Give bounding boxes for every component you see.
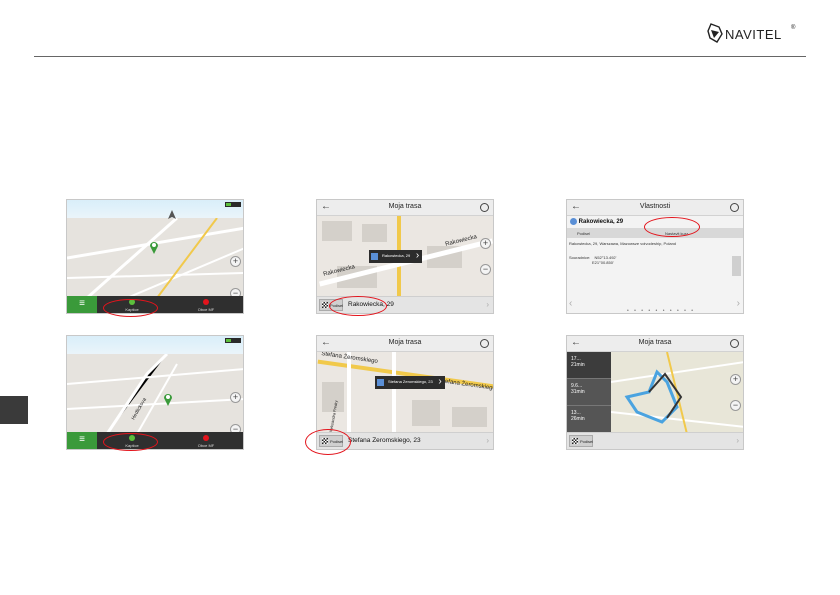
globe-icon[interactable] xyxy=(730,203,739,212)
map-3d xyxy=(67,352,243,435)
zoom-in-button[interactable]: + xyxy=(230,392,241,403)
route-time: 21min xyxy=(571,362,585,368)
search-icon xyxy=(203,435,209,441)
screen-title: Moja trasa xyxy=(638,339,672,346)
navigate-button[interactable]: Podisel xyxy=(569,435,593,447)
zoom-in-button[interactable]: + xyxy=(480,238,491,249)
place-name: Rakowiecka, 29 xyxy=(578,219,624,226)
zoom-in-button[interactable]: + xyxy=(730,374,741,385)
registered-mark: ® xyxy=(791,25,796,31)
bottom-button-2[interactable]: Obce MF xyxy=(171,296,241,313)
screenshot-main-map-2: Hedlickova + − ≡ Kaptice Obce MF xyxy=(66,335,244,450)
chevron-right-icon[interactable]: › xyxy=(737,298,740,309)
title-bar: ← Moja trasa xyxy=(567,336,743,352)
route-option[interactable]: 13... 26min xyxy=(567,406,611,433)
compass-icon[interactable] xyxy=(167,210,177,220)
route-option[interactable]: 9.6... 31min xyxy=(567,379,611,406)
chevron-right-icon[interactable]: › xyxy=(486,436,489,445)
address-line: Rakowiecka, 29, Warszawa, Mazowsze voivo… xyxy=(569,241,677,246)
menu-button[interactable]: ≡ xyxy=(67,296,97,313)
screenshot-main-map-1: + − ≡ Kaptice Obce MF xyxy=(66,199,244,314)
highlight-oval xyxy=(103,433,158,451)
screen-title: Moja trasa xyxy=(388,339,422,346)
footer-bar: Podisel › xyxy=(567,432,743,449)
map-2d: Rakowiecka Rakowiecka Rakowiecka, 29 xyxy=(317,216,493,298)
search-icon xyxy=(203,299,209,305)
coords-label: Souradnice: xyxy=(569,255,591,260)
screenshot-properties: ← Vlastnosti Rakowiecka, 29 Podisel Nast… xyxy=(566,199,744,314)
highlight-oval xyxy=(644,217,700,237)
coords-lon: E21°00.850' xyxy=(592,260,614,265)
screenshot-route-options: ← Moja trasa 17... 21min 9.6... 31min 13… xyxy=(566,335,744,450)
map-streets xyxy=(67,352,243,435)
location-popup[interactable]: Stefana Zeromskiego, 23 xyxy=(375,376,445,389)
header-divider xyxy=(34,56,806,57)
location-popup[interactable]: Rakowiecka, 29 xyxy=(369,250,423,263)
highlight-oval xyxy=(329,296,387,316)
chapter-tab xyxy=(0,396,28,424)
chevron-left-icon[interactable]: ‹ xyxy=(569,298,572,309)
menu-button[interactable]: ≡ xyxy=(67,432,97,449)
zoom-in-button[interactable]: + xyxy=(230,256,241,267)
map-pin-icon xyxy=(150,242,158,254)
highlight-oval xyxy=(305,429,351,455)
add-to-route-button[interactable] xyxy=(732,256,741,276)
brand-name: NAVITEL xyxy=(725,27,782,42)
chevron-right-icon[interactable]: › xyxy=(736,436,739,445)
battery-status xyxy=(225,338,241,343)
highlight-oval xyxy=(103,299,158,317)
bottom-button-2[interactable]: Obce MF xyxy=(171,432,241,449)
screen-title: Moja trasa xyxy=(388,203,422,210)
page-dots: • • • • • • • • • • xyxy=(627,308,696,314)
bottom-button-2-label: Obce MF xyxy=(197,443,215,448)
address-text: Stefana Zeromskiego, 23 xyxy=(348,437,421,444)
route-button[interactable]: Podisel xyxy=(577,231,590,236)
globe-icon[interactable] xyxy=(730,339,739,348)
navitel-mark-icon xyxy=(707,23,723,43)
title-bar: ← Vlastnosti xyxy=(567,200,743,216)
map-2d: Stefana Żeromskiego Stefana Żeromskiego … xyxy=(317,351,493,434)
coordinates-row: Souradnice: N52°13.492' E21°00.850' xyxy=(567,255,743,265)
map-pin-icon xyxy=(164,394,172,406)
route-options-list: 17... 21min 9.6... 31min 13... 26min xyxy=(567,352,611,434)
route-time: 31min xyxy=(571,389,585,395)
route-option[interactable]: 17... 21min xyxy=(567,352,611,379)
map-streets xyxy=(67,216,243,300)
globe-icon[interactable] xyxy=(480,203,489,212)
chevron-right-icon[interactable]: › xyxy=(486,300,489,309)
navitel-logo: NAVITEL ® xyxy=(705,22,795,52)
map-3d xyxy=(67,216,243,300)
zoom-out-button[interactable]: − xyxy=(480,264,491,275)
battery-status xyxy=(225,202,241,207)
route-time: 26min xyxy=(571,416,585,422)
title-bar: ← Moja trasa xyxy=(317,336,493,352)
place-marker-icon xyxy=(570,218,577,225)
title-bar: ← Moja trasa xyxy=(317,200,493,216)
globe-icon[interactable] xyxy=(480,339,489,348)
bottom-button-2-label: Obce MF xyxy=(197,307,215,312)
screen-title: Vlastnosti xyxy=(639,203,671,210)
zoom-out-button[interactable]: − xyxy=(730,400,741,411)
